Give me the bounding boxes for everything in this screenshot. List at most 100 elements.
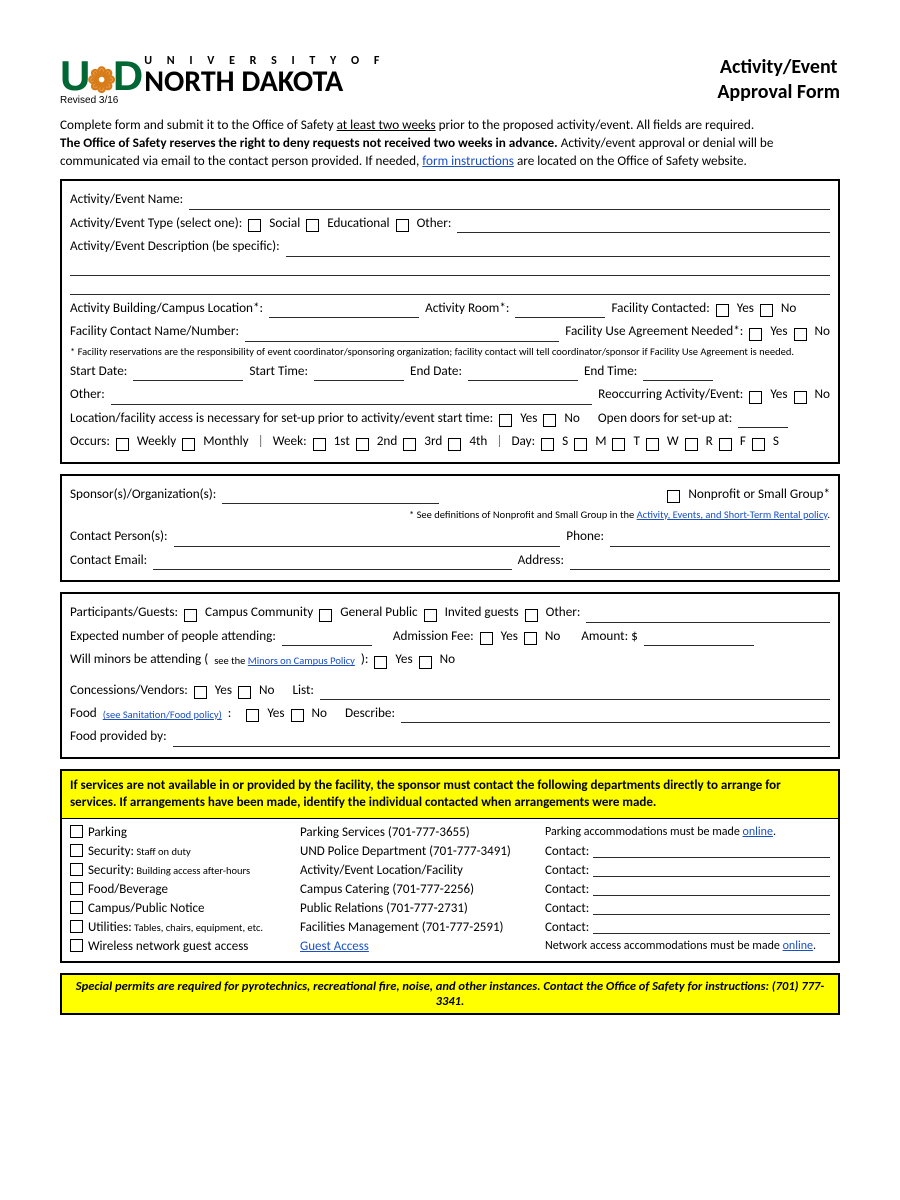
checkbox-food-no[interactable]	[291, 709, 304, 722]
label-expected: Expected number of people attending:	[70, 626, 276, 646]
checkbox-day-w[interactable]	[646, 438, 659, 451]
field-activity-name[interactable]	[189, 196, 830, 210]
field-end-date[interactable]	[468, 367, 578, 381]
opt-other: Other:	[417, 213, 452, 233]
opt-day: T	[633, 431, 639, 451]
checkbox-campus-community[interactable]	[184, 609, 197, 622]
checkbox-minors-no[interactable]	[419, 656, 432, 669]
checkbox-service[interactable]	[70, 920, 83, 933]
field-description-line3[interactable]	[70, 279, 830, 295]
online-link[interactable]: online	[743, 825, 773, 839]
opt-day: W	[667, 431, 679, 451]
field-start-date[interactable]	[133, 367, 243, 381]
opt-educational: Educational	[327, 213, 389, 233]
label-list: List:	[292, 680, 314, 700]
checkbox-food-yes[interactable]	[246, 709, 259, 722]
checkbox-day-s[interactable]	[541, 438, 554, 451]
checkbox-day-s2[interactable]	[752, 438, 765, 451]
checkbox-week1[interactable]	[313, 438, 326, 451]
label-day: Day:	[511, 431, 535, 451]
rental-policy-link[interactable]: Activity, Events, and Short-Term Rental …	[637, 508, 828, 521]
checkbox-admission-yes[interactable]	[480, 632, 493, 645]
field-amount[interactable]	[644, 632, 754, 646]
field-email[interactable]	[153, 556, 511, 570]
checkbox-service[interactable]	[70, 825, 83, 838]
field-type-other[interactable]	[457, 219, 830, 233]
field-phone[interactable]	[610, 533, 830, 547]
field-service-contact[interactable]	[593, 901, 830, 915]
opt-day: F	[740, 431, 746, 451]
checkbox-service[interactable]	[70, 882, 83, 895]
checkbox-week3[interactable]	[403, 438, 416, 451]
field-sponsor[interactable]	[222, 490, 439, 504]
checkbox-service[interactable]	[70, 901, 83, 914]
checkbox-vendors-yes[interactable]	[194, 686, 207, 699]
field-address[interactable]	[570, 556, 830, 570]
minors-policy-link[interactable]: Minors on Campus Policy	[248, 654, 355, 667]
field-facility-contact-name[interactable]	[245, 328, 559, 342]
checkbox-vendors-no[interactable]	[238, 686, 251, 699]
food-policy-link[interactable]: (see Sanitation/Food policy)	[103, 707, 222, 723]
checkbox-access-yes[interactable]	[499, 414, 512, 427]
field-expected[interactable]	[282, 632, 372, 646]
checkbox-day-f[interactable]	[719, 438, 732, 451]
field-food-describe[interactable]	[401, 709, 830, 723]
permit-banner: Special permits are required for pyrotec…	[60, 973, 840, 1015]
checkbox-facility-contacted-no[interactable]	[760, 304, 773, 317]
service-label: Campus/Public Notice	[70, 901, 290, 916]
checkbox-other[interactable]	[396, 219, 409, 232]
checkbox-agreement-no[interactable]	[794, 328, 807, 341]
field-service-contact[interactable]	[593, 863, 830, 877]
field-vendors-list[interactable]	[320, 686, 830, 700]
checkbox-service[interactable]	[70, 844, 83, 857]
intro-text: Complete form and submit it to the Offic…	[60, 116, 337, 133]
facility-footnote: * Facility reservations are the responsi…	[70, 345, 830, 358]
field-room[interactable]	[515, 304, 605, 318]
service-sub: Building access after-hours	[134, 864, 250, 877]
checkbox-nonprofit[interactable]	[667, 490, 680, 503]
checkbox-social[interactable]	[248, 219, 261, 232]
checkbox-admission-no[interactable]	[524, 632, 537, 645]
field-end-time[interactable]	[643, 367, 713, 381]
checkbox-participants-other[interactable]	[525, 609, 538, 622]
checkbox-service[interactable]	[70, 939, 83, 952]
checkbox-facility-contacted-yes[interactable]	[716, 304, 729, 317]
checkbox-invited-guests[interactable]	[424, 609, 437, 622]
guest-access-link[interactable]: Guest Access	[300, 939, 369, 954]
checkbox-monthly[interactable]	[182, 438, 195, 451]
checkbox-reoccurring-yes[interactable]	[749, 391, 762, 404]
checkbox-week4[interactable]	[448, 438, 461, 451]
field-food-provided[interactable]	[173, 733, 830, 747]
checkbox-educational[interactable]	[306, 219, 319, 232]
checkbox-service[interactable]	[70, 863, 83, 876]
service-label: Utilities: Tables, chairs, equipment, et…	[70, 920, 290, 935]
field-other[interactable]	[111, 391, 592, 405]
service-name: Parking	[88, 825, 127, 840]
section-sponsor: Sponsor(s)/Organization(s): Nonprofit or…	[60, 474, 840, 583]
checkbox-week2[interactable]	[356, 438, 369, 451]
field-description-line2[interactable]	[70, 260, 830, 276]
field-service-contact[interactable]	[593, 882, 830, 896]
form-instructions-link[interactable]: form instructions	[422, 152, 514, 169]
opt-yes: Yes	[770, 384, 787, 404]
field-open-doors[interactable]	[738, 414, 788, 428]
field-start-time[interactable]	[314, 367, 404, 381]
field-contact-person[interactable]	[174, 533, 561, 547]
checkbox-agreement-yes[interactable]	[749, 328, 762, 341]
field-building[interactable]	[269, 304, 419, 318]
checkbox-day-r[interactable]	[685, 438, 698, 451]
field-service-contact[interactable]	[593, 920, 830, 934]
contact-label: Contact:	[545, 920, 589, 935]
checkbox-reoccurring-no[interactable]	[794, 391, 807, 404]
checkbox-weekly[interactable]	[116, 438, 129, 451]
online-link[interactable]: online	[783, 939, 813, 953]
checkbox-minors-yes[interactable]	[374, 656, 387, 669]
services-banner: If services are not available in or prov…	[62, 771, 838, 819]
checkbox-day-t[interactable]	[612, 438, 625, 451]
checkbox-general-public[interactable]	[319, 609, 332, 622]
field-service-contact[interactable]	[593, 844, 830, 858]
checkbox-access-no[interactable]	[543, 414, 556, 427]
field-description[interactable]	[286, 243, 830, 257]
field-participants-other[interactable]	[586, 609, 830, 623]
checkbox-day-m[interactable]	[574, 438, 587, 451]
